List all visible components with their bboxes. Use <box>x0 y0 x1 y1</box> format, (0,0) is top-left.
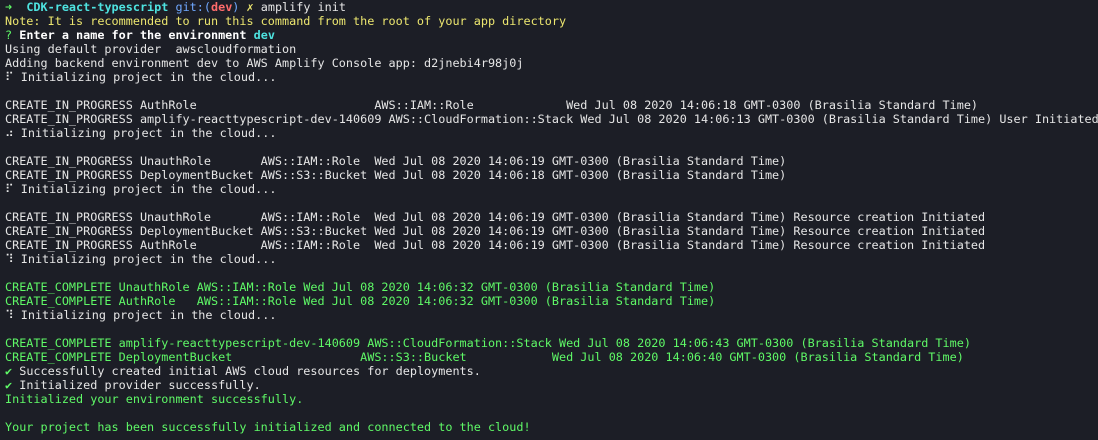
terminal-text-segment: ? <box>5 28 20 42</box>
terminal-text-segment: CREATE_COMPLETE AuthRole AWS::IAM::Role … <box>5 294 716 308</box>
terminal-text-segment: git:( <box>168 0 211 14</box>
terminal-line: ⠹ Initializing project in the cloud... <box>5 252 1098 266</box>
terminal-line: CREATE_COMPLETE amplify-reacttypescript-… <box>5 336 1098 350</box>
terminal-line: ➜ CDK-react-typescript git:(dev) ✗ ampli… <box>5 0 1098 14</box>
terminal-text-segment: ⠏ Initializing project in the cloud... <box>5 182 277 196</box>
terminal-text-segment: Enter a name for the environment <box>19 28 254 42</box>
terminal-line: ⠏ Initializing project in the cloud... <box>5 182 1098 196</box>
terminal-text-segment: Initialized your environment successfull… <box>5 392 304 406</box>
terminal-line: Your project has been successfully initi… <box>5 420 1098 434</box>
terminal-text-segment: ✗ <box>246 0 261 14</box>
terminal-text-segment: CDK-react-typescript <box>26 0 169 14</box>
terminal-text-segment: CREATE_IN_PROGRESS DeploymentBucket AWS:… <box>5 224 986 238</box>
terminal-text-segment: CREATE_IN_PROGRESS DeploymentBucket AWS:… <box>5 168 787 182</box>
terminal-text-segment: CREATE_IN_PROGRESS UnauthRole AWS::IAM::… <box>5 210 986 224</box>
terminal-line: Note: It is recommended to run this comm… <box>5 14 1098 28</box>
terminal-text-segment: Using default provider awscloudformation <box>5 42 297 56</box>
terminal-text-segment: ⠴ Initializing project in the cloud... <box>5 126 277 140</box>
terminal-text-segment: CREATE_IN_PROGRESS UnauthRole AWS::IAM::… <box>5 154 787 168</box>
terminal-text-segment: dev <box>210 0 233 14</box>
terminal-text-segment: ⠹ Initializing project in the cloud... <box>5 252 277 266</box>
terminal-line: CREATE_IN_PROGRESS DeploymentBucket AWS:… <box>5 224 1098 238</box>
terminal-line: CREATE_IN_PROGRESS UnauthRole AWS::IAM::… <box>5 154 1098 168</box>
terminal-text-segment: ) <box>232 0 247 14</box>
terminal-text-segment: ⠹ Initializing project in the cloud... <box>5 308 277 322</box>
terminal-text-segment: ➜ <box>5 0 27 14</box>
terminal-line: ✔ Successfully created initial AWS cloud… <box>5 364 1098 378</box>
terminal-text-segment: Successfully created initial AWS cloud r… <box>12 364 481 378</box>
terminal-line: Adding backend environment dev to AWS Am… <box>5 56 1098 70</box>
terminal-line: CREATE_IN_PROGRESS amplify-reacttypescri… <box>5 112 1098 126</box>
terminal-line: Initialized your environment successfull… <box>5 392 1098 406</box>
terminal-line: CREATE_IN_PROGRESS DeploymentBucket AWS:… <box>5 168 1098 182</box>
terminal-line: ⠹ Initializing project in the cloud... <box>5 308 1098 322</box>
terminal-text-segment: ⠏ Initializing project in the cloud... <box>5 70 277 84</box>
terminal-text-segment: CREATE_IN_PROGRESS amplify-reacttypescri… <box>5 112 1098 126</box>
terminal-line: ⠏ Initializing project in the cloud... <box>5 70 1098 84</box>
terminal-output[interactable]: ➜ CDK-react-typescript git:(dev) ✗ ampli… <box>0 0 1098 440</box>
terminal-line: ? Enter a name for the environment dev <box>5 28 1098 42</box>
terminal-text-segment: Note: It is recommended to run this comm… <box>5 14 567 28</box>
terminal-text-segment: Initialized provider successfully. <box>12 378 261 392</box>
terminal-text-segment: CREATE_IN_PROGRESS AuthRole AWS::IAM::Ro… <box>5 98 979 112</box>
terminal-text-segment: CREATE_COMPLETE DeploymentBucket AWS::S3… <box>5 350 964 364</box>
terminal-line: CREATE_IN_PROGRESS AuthRole AWS::IAM::Ro… <box>5 98 1098 112</box>
terminal-line: ⠴ Initializing project in the cloud... <box>5 126 1098 140</box>
terminal-text-segment: Adding backend environment dev to AWS Am… <box>5 56 524 70</box>
terminal-line: Using default provider awscloudformation <box>5 42 1098 56</box>
terminal-text-segment: CREATE_IN_PROGRESS AuthRole AWS::IAM::Ro… <box>5 238 986 252</box>
terminal-text-segment: CREATE_COMPLETE amplify-reacttypescript-… <box>5 336 971 350</box>
terminal-line: ✔ Initialized provider successfully. <box>5 378 1098 392</box>
terminal-text-segment: Your project has been successfully initi… <box>5 420 531 434</box>
terminal-line: CREATE_COMPLETE AuthRole AWS::IAM::Role … <box>5 294 1098 308</box>
terminal-line: CREATE_COMPLETE UnauthRole AWS::IAM::Rol… <box>5 280 1098 294</box>
terminal-line: CREATE_IN_PROGRESS AuthRole AWS::IAM::Ro… <box>5 238 1098 252</box>
terminal-text-segment: CREATE_COMPLETE UnauthRole AWS::IAM::Rol… <box>5 280 716 294</box>
terminal-line: CREATE_IN_PROGRESS UnauthRole AWS::IAM::… <box>5 210 1098 224</box>
terminal-text-segment: dev <box>253 28 275 42</box>
terminal-line: CREATE_COMPLETE DeploymentBucket AWS::S3… <box>5 350 1098 364</box>
terminal-text-segment: amplify init <box>260 0 346 14</box>
